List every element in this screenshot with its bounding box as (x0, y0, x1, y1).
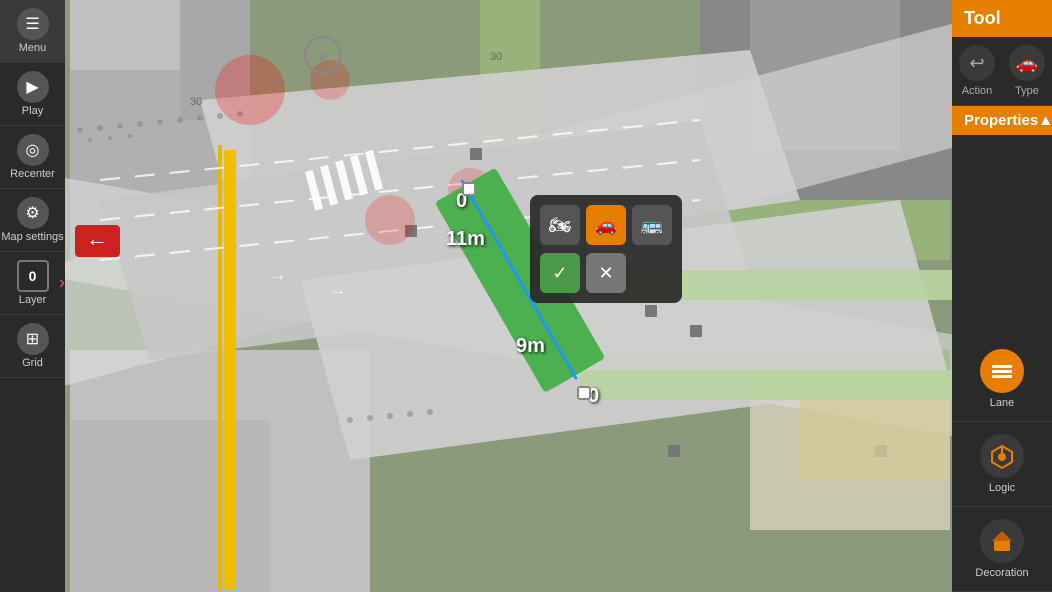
decoration-tool-button[interactable]: Decoration (952, 507, 1052, 592)
left-sidebar: ☰ Menu ▶ Play ◎ Recenter ⚙ Map settings … (0, 0, 65, 592)
properties-label: Properties (964, 112, 1038, 129)
layer-label: Layer (19, 294, 47, 306)
svg-text:←: ← (86, 226, 108, 251)
settings-icon: ⚙ (17, 197, 49, 229)
action-icon: ↩ (959, 45, 995, 81)
logic-tool-button[interactable]: Logic (952, 422, 1052, 507)
popup-confirm-button[interactable]: ✓ (540, 253, 580, 293)
action-label: Action (962, 85, 993, 97)
map-settings-label: Map settings (1, 231, 63, 243)
svg-text:→: → (270, 267, 286, 284)
decoration-icon (980, 519, 1024, 563)
tool-options: ↩ Action 🚗 Type (952, 37, 1052, 106)
type-tool-option[interactable]: 🚗 Type (1002, 37, 1052, 106)
svg-text:30: 30 (490, 51, 502, 63)
distance-label-9m: 9m (516, 335, 545, 358)
popup-vehicle-row: 🏍 🚗 🚌 (540, 205, 672, 245)
waypoint-top[interactable] (462, 182, 476, 196)
grid-label: Grid (22, 357, 43, 369)
properties-header[interactable]: Properties ▲ (952, 106, 1052, 135)
popup-bike-button[interactable]: 🏍 (540, 205, 580, 245)
waypoint-bottom[interactable] (577, 386, 591, 400)
logic-label: Logic (989, 482, 1015, 494)
svg-text:→: → (330, 282, 346, 299)
svg-text:⊕: ⊕ (318, 49, 328, 63)
recenter-icon: ◎ (17, 134, 49, 166)
properties-collapse-icon[interactable]: ▲ (1038, 112, 1052, 129)
menu-icon: ☰ (17, 8, 49, 40)
logic-icon (980, 434, 1024, 478)
svg-text:30: 30 (190, 96, 202, 108)
play-button[interactable]: ▶ Play (0, 63, 65, 126)
popup-bus-button[interactable]: 🚌 (632, 205, 672, 245)
play-label: Play (22, 105, 43, 117)
map-area[interactable]: ← → → 30 30 ⊕ 0 11m 9m 0 (0, 0, 1052, 592)
floating-popup: 🏍 🚗 🚌 ✓ ✕ (530, 195, 682, 303)
play-icon: ▶ (17, 71, 49, 103)
lane-icon (980, 349, 1024, 393)
grid-icon: ⊞ (17, 323, 49, 355)
right-sidebar: Tool ↩ Action 🚗 Type Properties ▲ Lane (952, 0, 1052, 592)
lane-label: Lane (990, 397, 1014, 409)
menu-button[interactable]: ☰ Menu (0, 0, 65, 63)
decoration-label: Decoration (975, 567, 1028, 579)
recenter-button[interactable]: ◎ Recenter (0, 126, 65, 189)
action-tool-option[interactable]: ↩ Action (952, 37, 1002, 106)
recenter-label: Recenter (10, 168, 55, 180)
layer-number: 0 (17, 260, 49, 292)
lane-tool-button[interactable]: Lane (952, 337, 1052, 422)
popup-cancel-button[interactable]: ✕ (586, 253, 626, 293)
tool-header: Tool (952, 0, 1052, 37)
popup-car-button[interactable]: 🚗 (586, 205, 626, 245)
layer-arrow-icon: › (59, 273, 65, 294)
grid-button[interactable]: ⊞ Grid (0, 315, 65, 378)
map-settings-button[interactable]: ⚙ Map settings (0, 189, 65, 252)
distance-label-11m: 11m (446, 228, 485, 251)
popup-action-row: ✓ ✕ (540, 253, 672, 293)
menu-label: Menu (19, 42, 47, 54)
type-icon: 🚗 (1009, 45, 1045, 81)
layer-button[interactable]: 0 Layer › (0, 252, 65, 315)
type-label: Type (1015, 85, 1039, 97)
